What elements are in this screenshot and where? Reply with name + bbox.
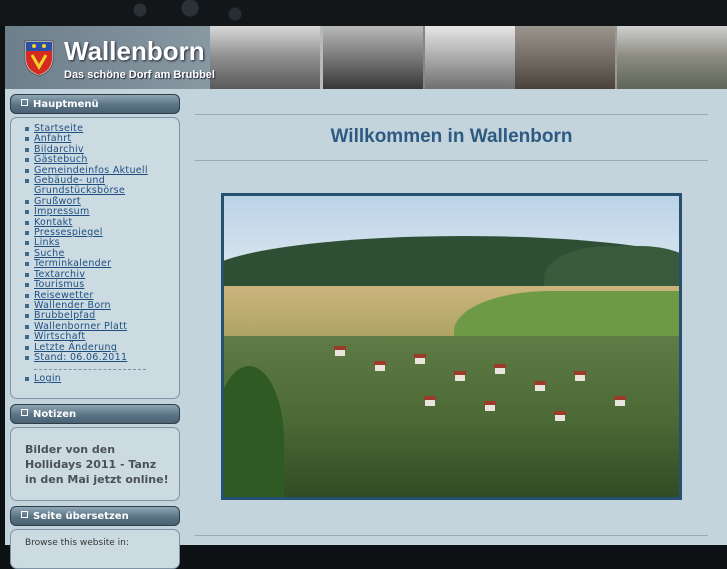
bullet-icon — [25, 262, 29, 267]
square-bullet-icon — [21, 409, 28, 416]
site-subtitle: Das schöne Dorf am Brubbel — [64, 69, 215, 81]
menu-item-label: Tourismus — [34, 279, 85, 291]
coat-of-arms-icon — [24, 40, 54, 77]
menu-item-stand[interactable]: Stand: 06.06.2011 — [25, 351, 179, 363]
menu-item-label: Letzte Änderung — [34, 341, 118, 353]
menu-item-label: Gästebuch — [34, 154, 88, 166]
bullet-icon — [25, 241, 29, 246]
bullet-icon — [25, 137, 29, 142]
menu-item-grundstuecksboerse[interactable]: Gebäude- und Grundstücksbörse — [25, 175, 144, 197]
menu-item-label: Suche — [34, 247, 65, 259]
menu-item-label: Gemeindeinfos Aktuell — [34, 164, 148, 176]
bullet-icon — [25, 199, 29, 204]
menu-divider — [34, 365, 146, 371]
site-header: Wallenborn Das schöne Dorf am Brubbel — [5, 26, 727, 89]
translate-text: Browse this website in: — [25, 538, 129, 548]
main-menu: Startseite Anfahrt Bildarchiv Gästebuch … — [10, 117, 180, 399]
square-bullet-icon — [21, 99, 28, 106]
page-container: Wallenborn Das schöne Dorf am Brubbel Ha… — [5, 26, 727, 569]
header-photo — [210, 26, 320, 89]
menu-item-label: Grußwort — [34, 195, 81, 207]
bullet-icon — [25, 345, 29, 350]
menu-item-label: Wallenborner Platt — [34, 320, 128, 332]
notes-heading-label: Notizen — [33, 409, 77, 420]
translate-module: Browse this website in: — [10, 529, 180, 569]
bullet-icon — [25, 127, 29, 131]
bullet-icon — [25, 272, 29, 277]
bullet-icon — [25, 377, 29, 382]
bullet-icon — [25, 210, 29, 215]
divider — [195, 535, 708, 536]
menu-item-label: Bildarchiv — [34, 143, 84, 155]
bullet-icon — [25, 283, 29, 288]
main-menu-heading: Hauptmenü — [10, 94, 180, 114]
notes-module: Bilder von den Hollidays 2011 - Tanz in … — [10, 427, 180, 501]
bullet-icon — [25, 147, 29, 152]
bullet-icon — [25, 293, 29, 298]
top-background-strip — [0, 0, 727, 26]
village-photo — [221, 193, 682, 500]
bullet-icon — [25, 231, 29, 236]
bullet-icon — [25, 324, 29, 329]
menu-item-label: Startseite — [34, 123, 84, 134]
header-photo — [425, 26, 515, 89]
notes-heading: Notizen — [10, 404, 180, 424]
menu-item-label: Textarchiv — [34, 268, 86, 280]
bullet-icon — [25, 251, 29, 256]
menu-item-label: Reisewetter — [34, 289, 94, 301]
bullet-icon — [25, 303, 29, 308]
bullet-icon — [25, 335, 29, 340]
header-photo — [515, 26, 615, 89]
menu-item-label: Wallender Born — [34, 299, 111, 311]
menu-item-label: Anfahrt — [34, 133, 72, 145]
menu-item-label: Gebäude- und Grundstücksbörse — [34, 175, 126, 197]
menu-item-label: Kontakt — [34, 216, 73, 228]
site-title[interactable]: Wallenborn — [64, 36, 205, 67]
menu-item-label: Brubbelpfad — [34, 310, 96, 322]
header-photo — [617, 26, 727, 89]
menu-item-label: Wirtschaft — [34, 331, 86, 343]
menu-item-label: Impressum — [34, 206, 90, 218]
main-menu-heading-label: Hauptmenü — [33, 99, 99, 110]
translate-heading-label: Seite übersetzen — [33, 511, 129, 522]
translate-heading: Seite übersetzen — [10, 506, 180, 526]
divider — [195, 114, 708, 115]
bullet-icon — [25, 168, 29, 173]
bullet-icon — [25, 179, 29, 184]
menu-item-label: Stand: 06.06.2011 — [34, 351, 128, 363]
header-photo — [323, 26, 423, 89]
menu-item-label: Links — [34, 237, 60, 249]
main-content: Willkommen in Wallenborn — [195, 114, 708, 500]
bullet-icon — [25, 314, 29, 319]
bullet-icon — [25, 158, 29, 163]
menu-item-label: Terminkalender — [34, 258, 112, 270]
page-title: Willkommen in Wallenborn — [330, 126, 573, 147]
menu-item-label: Pressespiegel — [34, 227, 103, 239]
square-bullet-icon — [21, 511, 28, 518]
login-link[interactable]: Login — [25, 374, 179, 384]
notes-text: Bilder von den Hollidays 2011 - Tanz in … — [25, 443, 169, 486]
menu-item-label: Login — [34, 373, 62, 385]
bullet-icon — [25, 355, 29, 360]
divider — [195, 160, 708, 161]
bullet-icon — [25, 220, 29, 225]
sidebar: Hauptmenü Startseite Anfahrt Bildarchiv … — [10, 94, 180, 569]
